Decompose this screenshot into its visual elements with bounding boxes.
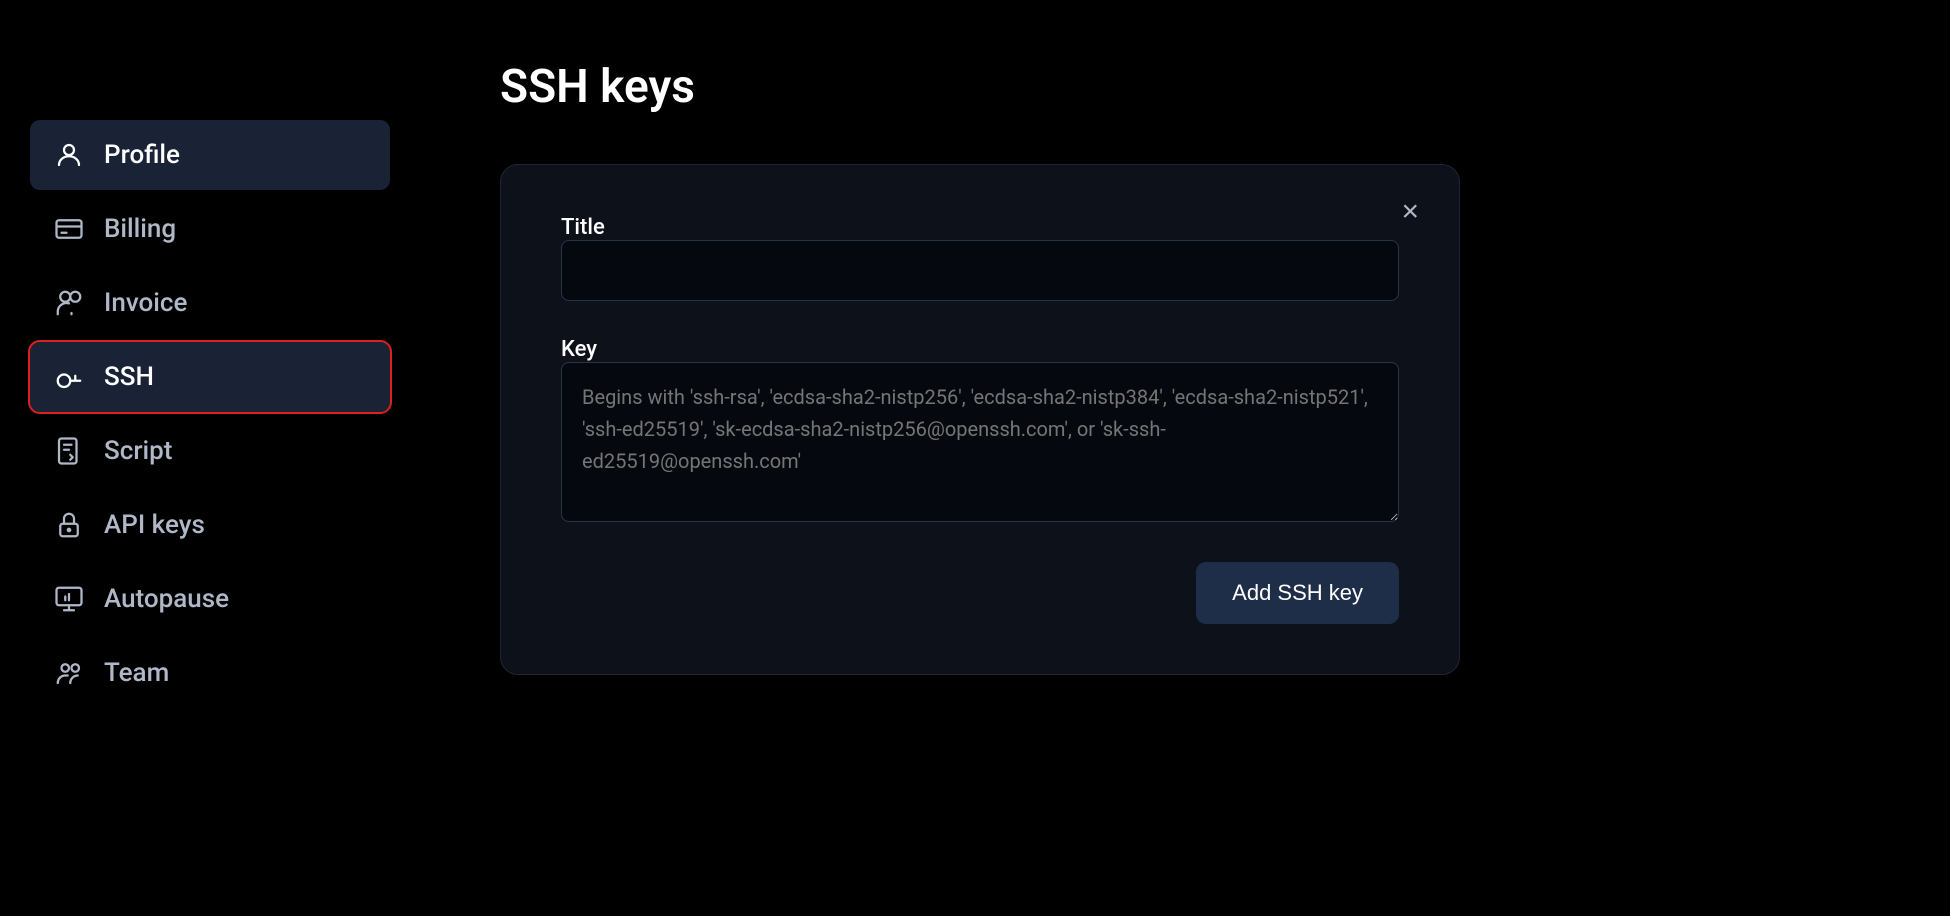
sidebar: Profile Billing Invoice [0,0,420,916]
script-icon [52,434,86,468]
sidebar-label-autopause: Autopause [104,584,229,614]
monitor-icon [52,582,86,616]
sidebar-label-profile: Profile [104,140,180,170]
sidebar-label-invoice: Invoice [104,288,187,318]
key-textarea[interactable] [561,362,1399,522]
sidebar-item-invoice[interactable]: Invoice [30,268,390,338]
add-ssh-key-button[interactable]: Add SSH key [1196,562,1399,624]
invoice-icon [52,286,86,320]
close-button[interactable]: × [1393,193,1427,231]
sidebar-item-script[interactable]: Script [30,416,390,486]
team-icon [52,656,86,690]
billing-icon [52,212,86,246]
page-title: SSH keys [500,60,1870,114]
sidebar-item-team[interactable]: Team [30,638,390,708]
lock-icon [52,508,86,542]
sidebar-label-team: Team [104,658,169,688]
main-content: SSH keys × Title Key Add SSH key [420,0,1950,916]
sidebar-item-billing[interactable]: Billing [30,194,390,264]
sidebar-item-api-keys[interactable]: API keys [30,490,390,560]
ssh-keys-card: × Title Key Add SSH key [500,164,1460,675]
sidebar-label-api-keys: API keys [104,510,205,540]
key-icon [52,360,86,394]
sidebar-item-profile[interactable]: Profile [30,120,390,190]
title-input[interactable] [561,240,1399,301]
sidebar-label-ssh: SSH [104,362,154,392]
sidebar-label-billing: Billing [104,214,176,244]
key-label: Key [561,337,597,362]
card-footer: Add SSH key [561,562,1399,624]
sidebar-label-script: Script [104,436,172,466]
title-label: Title [561,215,605,240]
sidebar-item-autopause[interactable]: Autopause [30,564,390,634]
sidebar-item-ssh[interactable]: SSH [30,342,390,412]
user-icon [52,138,86,172]
